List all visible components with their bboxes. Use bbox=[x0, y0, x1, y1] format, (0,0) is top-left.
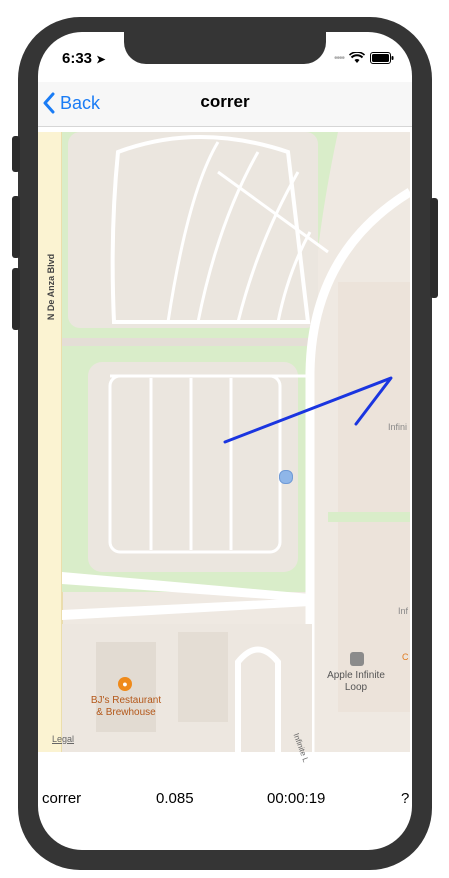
map-label-street-text: N De Anza Blvd bbox=[46, 253, 56, 321]
restaurant-pin-icon[interactable]: ● bbox=[118, 677, 132, 691]
silent-switch bbox=[12, 136, 20, 172]
map-pin-icon[interactable] bbox=[279, 470, 293, 484]
volume-up-button bbox=[12, 196, 20, 258]
location-arrow-icon: ➤ bbox=[96, 54, 106, 66]
signal-dots-icon: •••• bbox=[333, 52, 345, 64]
map-label-street: N De Anza Blvd bbox=[46, 252, 56, 322]
map-label-infinite-a: Infini bbox=[388, 422, 408, 432]
navigation-bar: Back correr bbox=[38, 82, 412, 127]
run-duration: 00:00:19 bbox=[267, 790, 326, 807]
map-label-restaurant: BJ's Restaurant & Brewhouse bbox=[90, 695, 162, 718]
residential-block-south bbox=[88, 362, 298, 572]
map-label-poi-partial: C bbox=[402, 652, 409, 662]
map-label-infinite-b: Inf bbox=[398, 606, 409, 616]
run-distance: 0.085 bbox=[156, 790, 194, 807]
map-label-apple: Apple Infinite Loop bbox=[327, 670, 385, 693]
commercial-building bbox=[178, 632, 228, 722]
notch bbox=[124, 32, 326, 64]
page-title: correr bbox=[200, 92, 250, 111]
campus-buildings bbox=[338, 282, 410, 712]
map-legal-link[interactable]: Legal bbox=[52, 734, 74, 744]
campus-lawn bbox=[328, 512, 410, 522]
status-icons: •••• bbox=[334, 52, 394, 64]
map-view[interactable]: ● N De Anza Blvd BJ's Restaurant & Brewh… bbox=[38, 132, 412, 764]
apple-logo-icon[interactable] bbox=[350, 652, 364, 666]
power-button bbox=[430, 198, 438, 298]
wifi-icon bbox=[349, 52, 365, 63]
status-time: 6:33 ➤ bbox=[62, 50, 105, 67]
volume-down-button bbox=[12, 268, 20, 330]
app-screen: 6:33 ➤ •••• Back correr ● N De Anza Blvd… bbox=[38, 32, 412, 850]
status-time-text: 6:33 bbox=[62, 50, 93, 67]
residential-block-north bbox=[68, 132, 318, 328]
run-name: correr bbox=[42, 790, 82, 807]
boulevard-road bbox=[38, 132, 62, 752]
battery-icon bbox=[370, 52, 394, 64]
path-strip bbox=[62, 338, 312, 346]
run-extra: ? bbox=[401, 790, 410, 807]
